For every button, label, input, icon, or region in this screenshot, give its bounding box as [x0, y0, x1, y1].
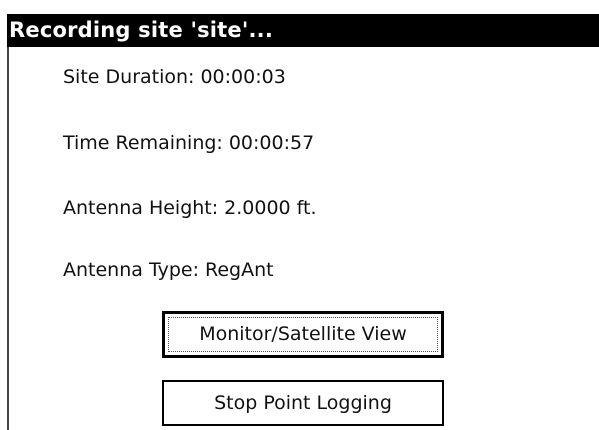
antenna-type-value: RegAnt: [205, 259, 274, 281]
time-remaining-row: Time Remaining: 00:00:57: [63, 132, 314, 154]
dialog-title: Recording site 'site'...: [7, 14, 599, 47]
antenna-type-row: Antenna Type: RegAnt: [63, 259, 274, 281]
antenna-height-value: 2.0000 ft.: [224, 197, 317, 219]
site-duration-value: 00:00:03: [200, 66, 286, 88]
site-duration-row: Site Duration: 00:00:03: [63, 66, 286, 88]
recording-dialog: Recording site 'site'... Site Duration: 0…: [0, 0, 599, 430]
time-remaining-value: 00:00:57: [228, 132, 315, 154]
antenna-height-row: Antenna Height: 2.0000 ft.: [63, 197, 317, 219]
antenna-type-label: Antenna Type:: [63, 259, 199, 281]
monitor-satellite-view-label: Monitor/Satellite View: [168, 317, 438, 352]
window-left-border: [7, 47, 9, 430]
site-duration-label: Site Duration:: [63, 66, 195, 88]
antenna-height-label: Antenna Height:: [63, 197, 219, 219]
monitor-satellite-view-button[interactable]: Monitor/Satellite View: [162, 311, 444, 358]
time-remaining-label: Time Remaining:: [63, 132, 223, 154]
stop-point-logging-button[interactable]: Stop Point Logging: [162, 380, 444, 426]
